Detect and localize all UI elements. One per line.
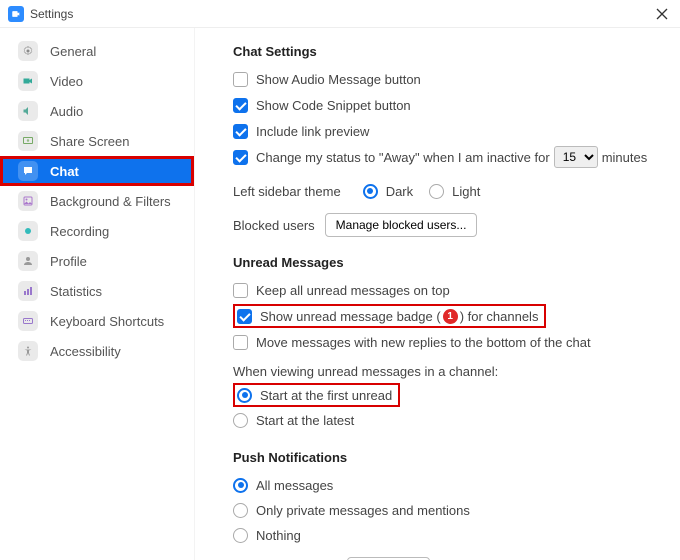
- titlebar: Settings: [0, 0, 680, 28]
- sidebar-item-label: Video: [50, 74, 83, 89]
- radio-start-first-unread[interactable]: Start at the first unread: [233, 383, 400, 407]
- sidebar-item-label: Accessibility: [50, 344, 121, 359]
- sidebar-item-recording[interactable]: Recording: [0, 216, 194, 246]
- sidebar-item-label: Audio: [50, 104, 83, 119]
- checkbox-label: Show Audio Message button: [256, 72, 421, 87]
- radio-push-all[interactable]: All messages: [233, 473, 658, 497]
- section-unread-messages: Unread Messages: [233, 255, 658, 270]
- gear-icon: [18, 41, 38, 61]
- radio-label: Nothing: [256, 528, 301, 543]
- radio-label: Light: [452, 184, 480, 199]
- checkbox-show-code-snippet[interactable]: Show Code Snippet button: [233, 93, 658, 117]
- section-chat-settings: Chat Settings: [233, 44, 658, 59]
- radio-start-latest[interactable]: Start at the latest: [233, 408, 658, 432]
- section-push-notifications: Push Notifications: [233, 450, 658, 465]
- close-icon[interactable]: [652, 4, 672, 24]
- checkbox-label: Keep all unread messages on top: [256, 283, 450, 298]
- radio-theme-light[interactable]: Light: [429, 184, 480, 199]
- radio-input[interactable]: [233, 528, 248, 543]
- sidebar-item-label: Recording: [50, 224, 109, 239]
- radio-input[interactable]: [429, 184, 444, 199]
- sidebar-item-label: Share Screen: [50, 134, 130, 149]
- checkbox-include-link-preview[interactable]: Include link preview: [233, 119, 658, 143]
- away-minutes-select[interactable]: 510153060: [554, 146, 598, 168]
- background-icon: [18, 191, 38, 211]
- radio-push-nothing[interactable]: Nothing: [233, 523, 658, 547]
- radio-input[interactable]: [233, 503, 248, 518]
- settings-content: Chat Settings Show Audio Message button …: [195, 28, 680, 560]
- checkbox-input[interactable]: [233, 335, 248, 350]
- checkbox-input[interactable]: [233, 98, 248, 113]
- profile-icon: [18, 251, 38, 271]
- sidebar-item-statistics[interactable]: Statistics: [0, 276, 194, 306]
- app-icon: [8, 6, 24, 22]
- checkbox-input[interactable]: [233, 283, 248, 298]
- radio-label: Start at the latest: [256, 413, 354, 428]
- sidebar-item-general[interactable]: General: [0, 36, 194, 66]
- left-sidebar-theme-row: Left sidebar theme Dark Light: [233, 179, 658, 203]
- checkbox-input[interactable]: [233, 150, 248, 165]
- blocked-users-label: Blocked users: [233, 218, 315, 233]
- sidebar-item-label: Statistics: [50, 284, 102, 299]
- unread-badge-icon: 1: [443, 309, 458, 324]
- radio-input[interactable]: [233, 478, 248, 493]
- radio-label: Only private messages and mentions: [256, 503, 470, 518]
- sidebar-item-chat[interactable]: Chat: [0, 156, 194, 186]
- checkbox-keep-unread-top[interactable]: Keep all unread messages on top: [233, 278, 658, 302]
- checkbox-label: Show Code Snippet button: [256, 98, 411, 113]
- left-sidebar-theme-label: Left sidebar theme: [233, 184, 341, 199]
- radio-label: Start at the first unread: [260, 388, 392, 403]
- manage-blocked-users-button[interactable]: Manage blocked users...: [325, 213, 478, 237]
- radio-label: Dark: [386, 184, 413, 199]
- sidebar-item-share-screen[interactable]: Share Screen: [0, 126, 194, 156]
- sidebar-item-keyboard-shortcuts[interactable]: Keyboard Shortcuts: [0, 306, 194, 336]
- checkbox-away-status: Change my status to "Away" when I am ina…: [233, 145, 658, 169]
- checkbox-show-unread-badge[interactable]: Show unread message badge ( 1 ) for chan…: [233, 304, 546, 328]
- radio-input[interactable]: [363, 184, 378, 199]
- record-icon: [18, 221, 38, 241]
- radio-push-private[interactable]: Only private messages and mentions: [233, 498, 658, 522]
- sidebar-item-audio[interactable]: Audio: [0, 96, 194, 126]
- sidebar-item-profile[interactable]: Profile: [0, 246, 194, 276]
- checkbox-move-new-replies-bottom[interactable]: Move messages with new replies to the bo…: [233, 330, 658, 354]
- blocked-users-row: Blocked users Manage blocked users...: [233, 213, 658, 237]
- stats-icon: [18, 281, 38, 301]
- view-unread-label: When viewing unread messages in a channe…: [233, 364, 658, 379]
- checkbox-input[interactable]: [233, 124, 248, 139]
- keyboard-icon: [18, 311, 38, 331]
- badge-suffix: ) for channels: [460, 309, 539, 324]
- sidebar-item-background-filters[interactable]: Background & Filters: [0, 186, 194, 216]
- sidebar-item-label: Profile: [50, 254, 87, 269]
- accessibility-icon: [18, 341, 38, 361]
- checkbox-input[interactable]: [233, 72, 248, 87]
- radio-label: All messages: [256, 478, 333, 493]
- away-suffix: minutes: [602, 150, 648, 165]
- chat-icon: [18, 161, 38, 181]
- sidebar: General Video Audio Share Screen Chat Ba…: [0, 28, 195, 560]
- sidebar-item-label: General: [50, 44, 96, 59]
- share-screen-icon: [18, 131, 38, 151]
- window-title: Settings: [30, 7, 652, 21]
- radio-input[interactable]: [233, 413, 248, 428]
- radio-theme-dark[interactable]: Dark: [363, 184, 413, 199]
- badge-prefix: Show unread message badge (: [260, 309, 441, 324]
- video-icon: [18, 71, 38, 91]
- sidebar-item-label: Keyboard Shortcuts: [50, 314, 164, 329]
- radio-input[interactable]: [237, 388, 252, 403]
- checkbox-input[interactable]: [237, 309, 252, 324]
- away-prefix: Change my status to "Away" when I am ina…: [256, 150, 550, 165]
- checkbox-show-audio-message[interactable]: Show Audio Message button: [233, 67, 658, 91]
- sidebar-item-accessibility[interactable]: Accessibility: [0, 336, 194, 366]
- sidebar-item-video[interactable]: Video: [0, 66, 194, 96]
- sidebar-item-label: Background & Filters: [50, 194, 171, 209]
- audio-icon: [18, 101, 38, 121]
- checkbox-label: Include link preview: [256, 124, 369, 139]
- sidebar-item-label: Chat: [50, 164, 79, 179]
- checkbox-label: Move messages with new replies to the bo…: [256, 335, 591, 350]
